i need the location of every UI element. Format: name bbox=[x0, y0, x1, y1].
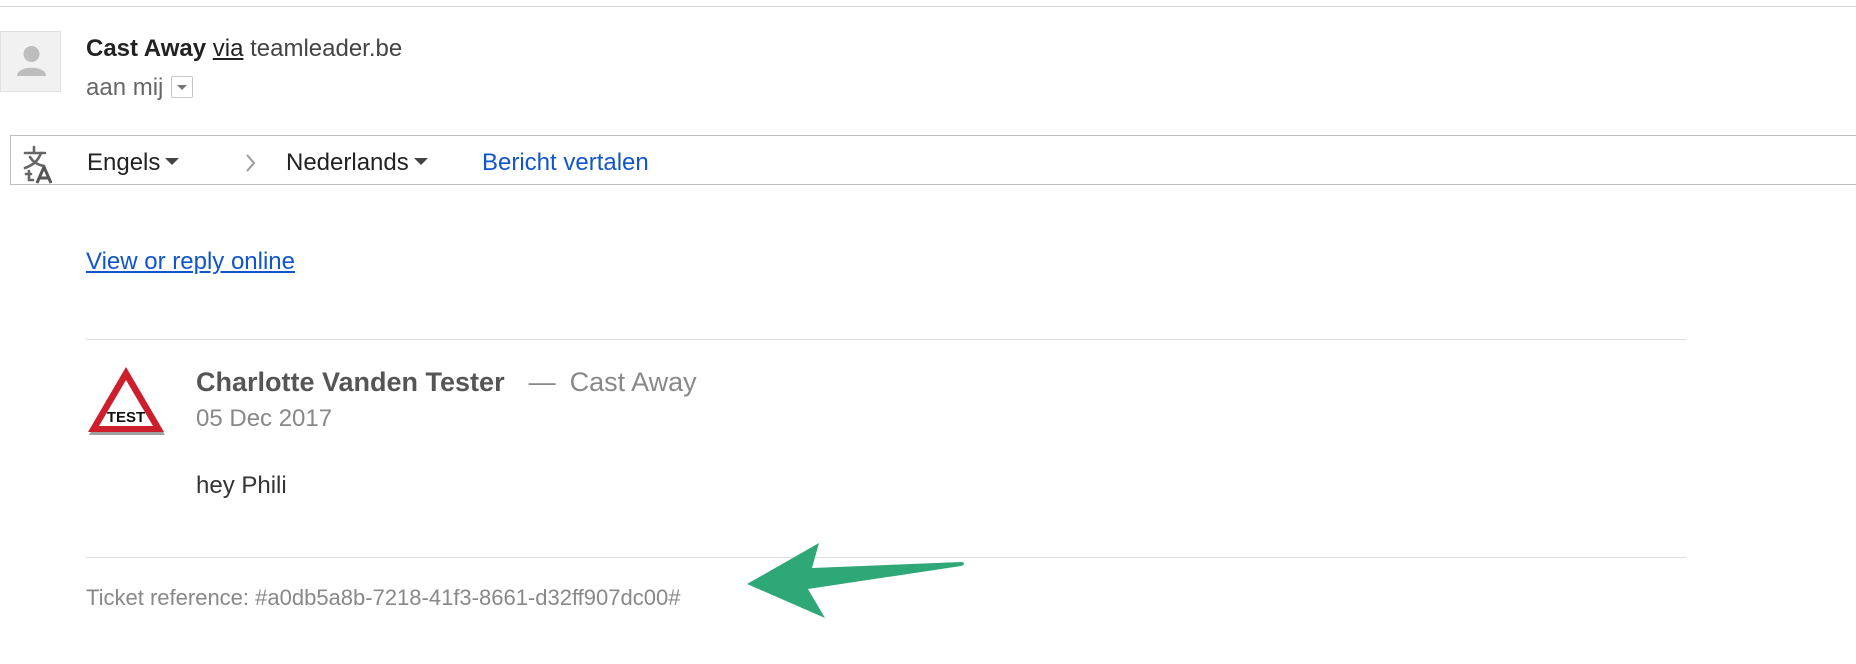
recipient-line: aan mij bbox=[86, 74, 194, 102]
translate-message-button[interactable]: Bericht vertalen bbox=[482, 149, 649, 177]
target-language-label: Nederlands bbox=[286, 149, 409, 176]
sender-name[interactable]: Cast Away bbox=[86, 35, 206, 62]
message-divider-top bbox=[86, 339, 1686, 340]
default-avatar-icon bbox=[17, 46, 46, 76]
chevron-down-icon bbox=[413, 158, 428, 166]
sender-line: Cast Away via teamleader.be bbox=[86, 35, 402, 63]
recipient-text: aan mij bbox=[86, 74, 164, 101]
translate-icon bbox=[23, 145, 53, 184]
author-separator: — bbox=[528, 367, 556, 397]
translate-bar: Engels Nederlands Bericht vertalen bbox=[10, 135, 1856, 185]
test-logo-icon: TEST bbox=[88, 367, 165, 435]
sender-domain: teamleader.be bbox=[250, 35, 403, 62]
author-company: Cast Away bbox=[569, 367, 697, 397]
message-author-line: Charlotte Vanden Tester — Cast Away bbox=[196, 366, 697, 398]
sender-avatar[interactable] bbox=[0, 31, 61, 92]
ticket-reference: Ticket reference: #a0db5a8b-7218-41f3-86… bbox=[86, 585, 681, 610]
message-date: 05 Dec 2017 bbox=[196, 405, 333, 432]
chevron-right-icon bbox=[246, 154, 256, 172]
annotation-arrow-icon bbox=[747, 543, 964, 618]
logo-text: TEST bbox=[107, 409, 145, 426]
target-language-select[interactable]: Nederlands bbox=[286, 149, 428, 177]
view-online-link[interactable]: View or reply online bbox=[86, 248, 295, 276]
source-language-label: Engels bbox=[87, 149, 161, 176]
chevron-down-icon bbox=[165, 158, 180, 166]
top-divider bbox=[0, 6, 1856, 7]
recipient-details-toggle[interactable] bbox=[171, 75, 194, 98]
via-link[interactable]: via bbox=[213, 35, 244, 62]
source-language-select[interactable]: Engels bbox=[87, 149, 180, 177]
message-text: hey Phili bbox=[196, 472, 287, 499]
author-name: Charlotte Vanden Tester bbox=[196, 367, 505, 397]
